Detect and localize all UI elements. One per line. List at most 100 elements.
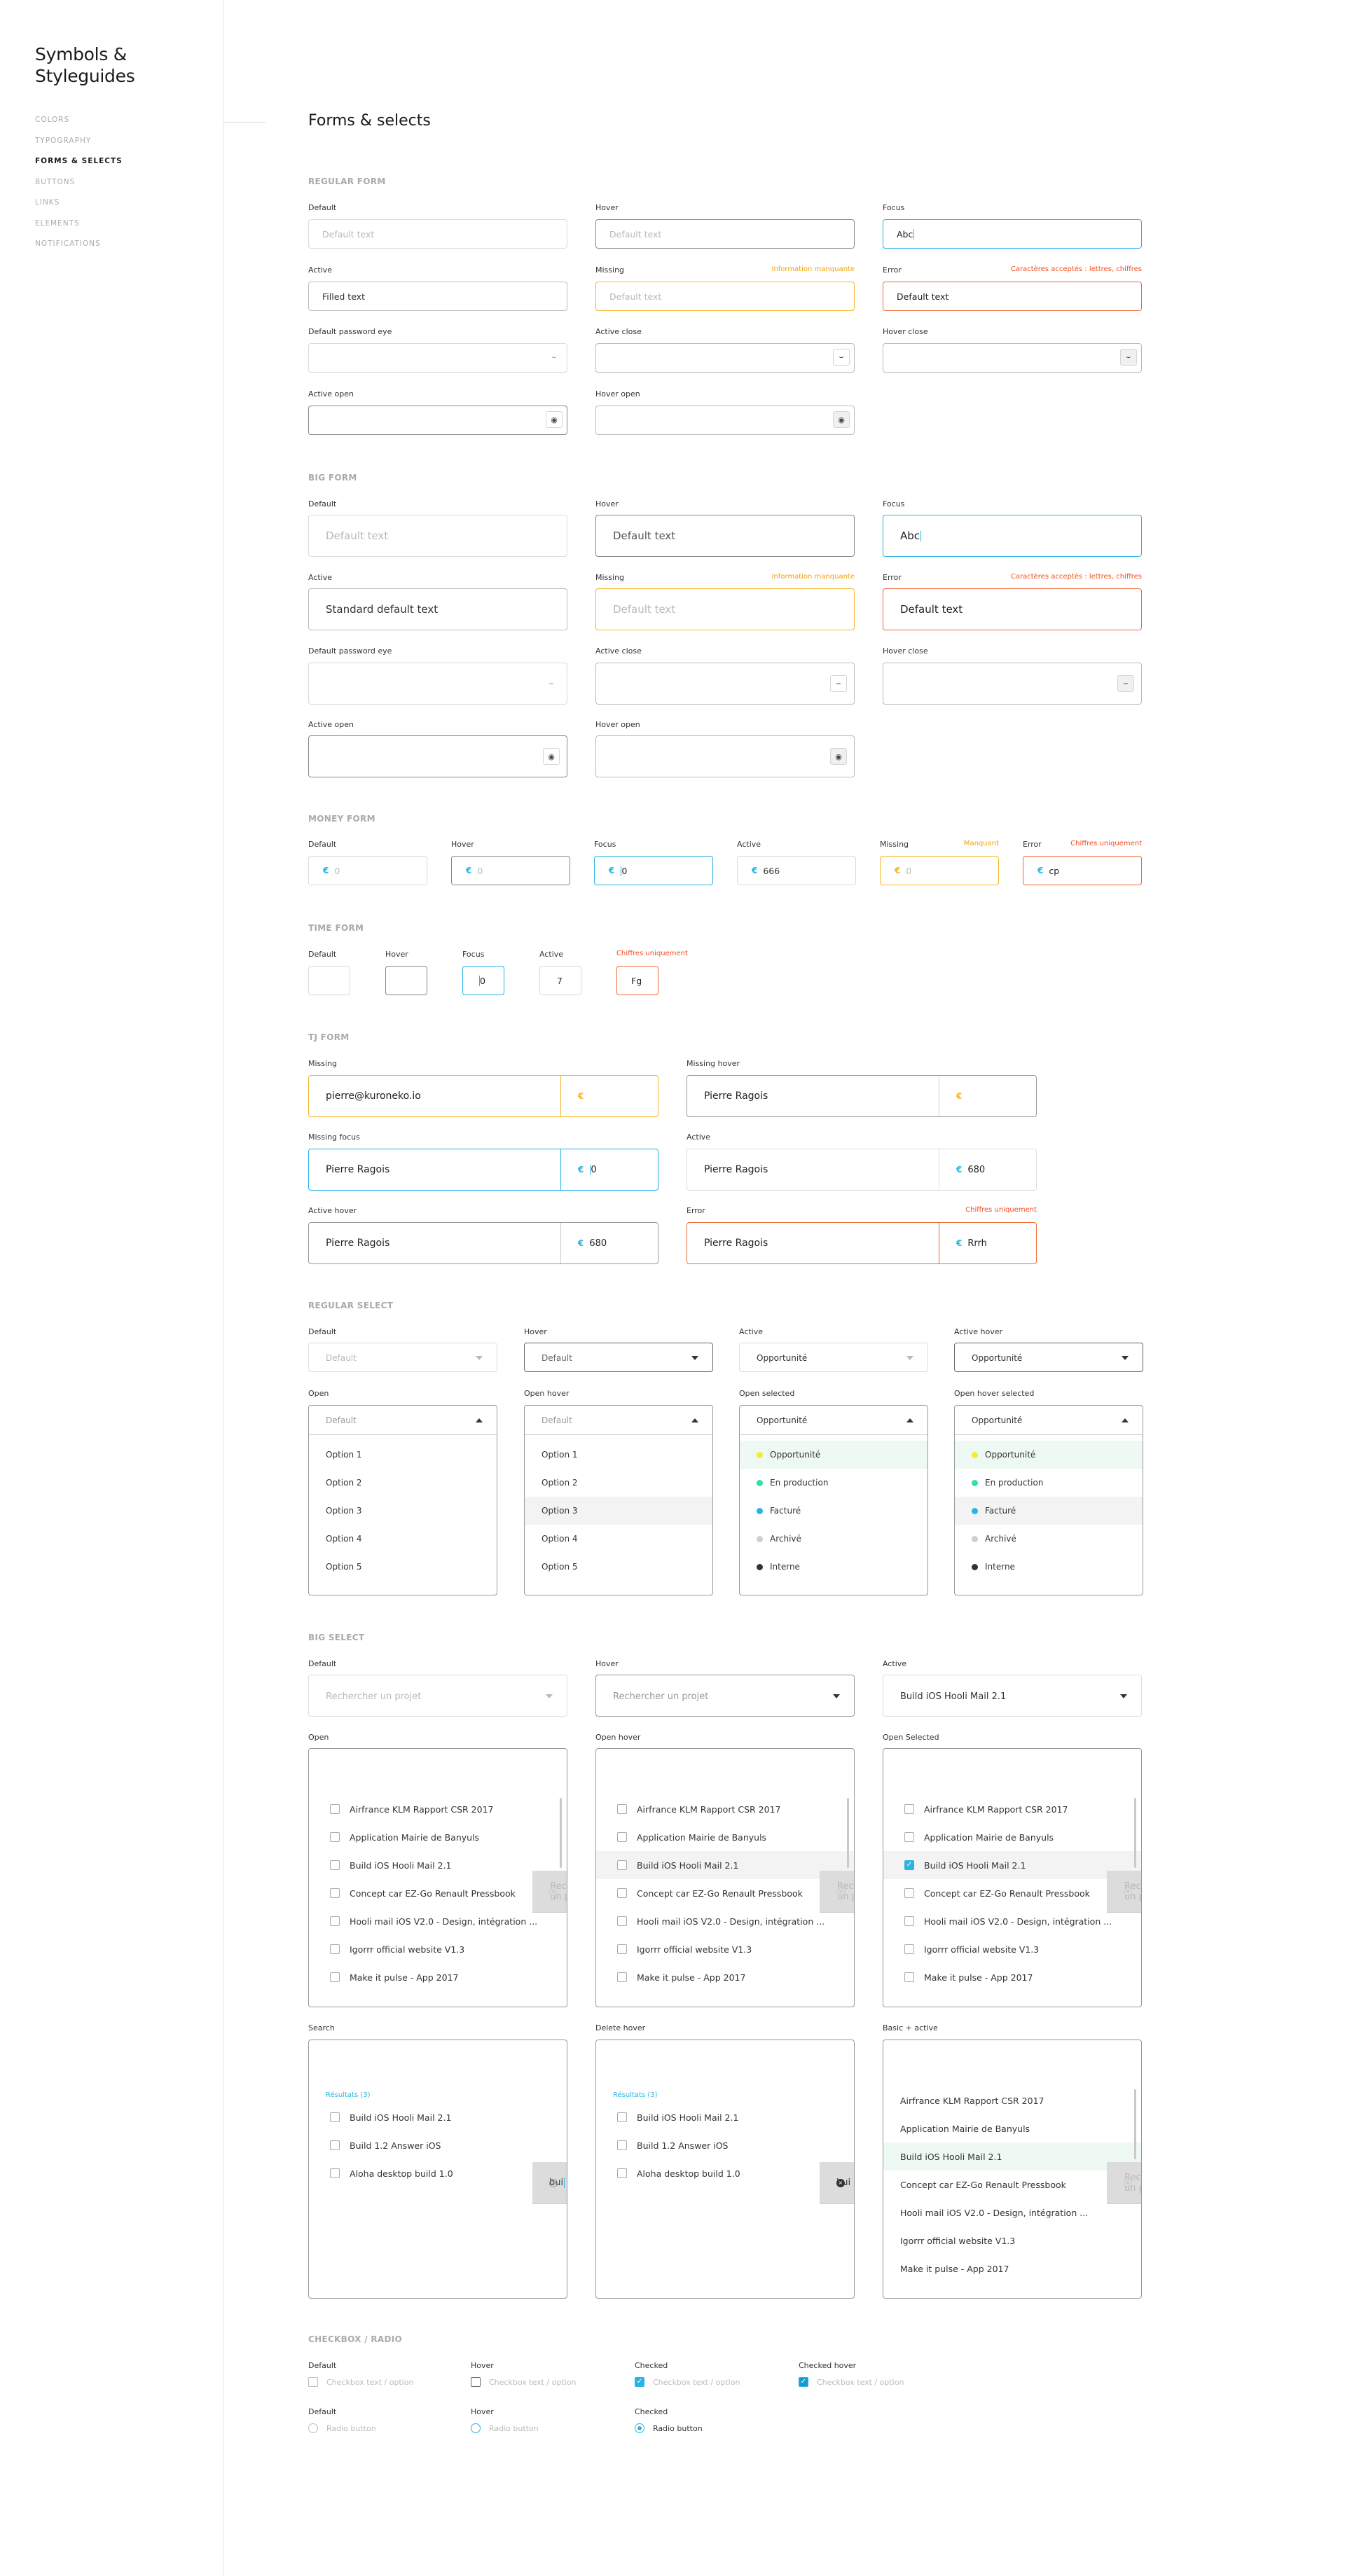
big-input-hover[interactable]: Default text (595, 515, 855, 557)
tj-input-error[interactable]: Pierre Ragois € Rrrh (687, 1222, 1037, 1264)
time-input-error[interactable]: Fg (616, 966, 658, 995)
scrollbar[interactable] (847, 1798, 849, 1868)
checkbox-checked-hover[interactable]: ✓ Checkbox text / option (799, 2377, 904, 2387)
big-password-hover-open[interactable]: ◉ (595, 735, 855, 777)
project-option[interactable]: Airfrance KLM Rapport CSR 2017 (883, 2086, 1141, 2114)
text-input-missing[interactable]: Default text (595, 282, 855, 311)
nav-item-colors[interactable]: COLORS (35, 115, 123, 136)
project-option[interactable]: Hooli mail iOS V2.0 - Design, intégratio… (596, 1907, 854, 1935)
result-option[interactable]: Aloha desktop build 1.0 (309, 2159, 567, 2187)
select-option[interactable]: Option 4 (309, 1525, 497, 1553)
clear-icon[interactable]: × (549, 2179, 558, 2187)
password-input-hover-open[interactable]: ◉ (595, 406, 855, 435)
radio-button-checked[interactable] (635, 2423, 644, 2433)
checkbox[interactable] (617, 1888, 627, 1898)
select-head[interactable]: Opportunité (955, 1406, 1143, 1435)
checkbox[interactable] (617, 1916, 627, 1926)
radio-checked[interactable]: Radio button (635, 2423, 703, 2433)
tj-name-field[interactable]: Pierre Ragois (309, 1149, 561, 1190)
eye-closed-icon[interactable]: ⌣ (543, 675, 560, 692)
eye-closed-icon[interactable]: ⌣ (546, 349, 563, 366)
checkbox-checked[interactable]: ✓ (904, 1860, 914, 1870)
project-option[interactable]: Application Mairie de Banyuls (883, 1823, 1141, 1851)
project-option[interactable]: Airfrance KLM Rapport CSR 2017 (309, 1795, 567, 1823)
eye-open-icon[interactable]: ◉ (833, 411, 850, 428)
select-default[interactable]: Default (308, 1343, 497, 1372)
clear-icon[interactable]: × (836, 2179, 845, 2187)
project-option[interactable]: Hooli mail iOS V2.0 - Design, intégratio… (883, 2198, 1141, 2227)
project-option-selected[interactable]: ✓ Build iOS Hooli Mail 2.1 (883, 1851, 1141, 1879)
tj-name-field[interactable]: Pierre Ragois (687, 1076, 939, 1116)
project-option[interactable]: Igorrr official website V1.3 (309, 1935, 567, 1963)
money-input-active[interactable]: €666 (737, 856, 856, 885)
radio-button[interactable] (308, 2423, 318, 2433)
text-input-active[interactable]: Filled text (308, 282, 567, 311)
checkbox[interactable] (330, 1860, 340, 1870)
password-input-default[interactable]: ⌣ (308, 343, 567, 373)
clear-icon[interactable]: × (1124, 2179, 1132, 2187)
big-select-search-state[interactable]: bui × Résultats (3) Build iOS Hooli Mail … (308, 2040, 567, 2299)
checkbox[interactable] (308, 2377, 318, 2387)
select-option[interactable]: Option 2 (309, 1469, 497, 1497)
project-option[interactable]: Application Mairie de Banyuls (883, 2114, 1141, 2142)
tj-input-missing-hover[interactable]: Pierre Ragois € (687, 1075, 1037, 1117)
radio-default[interactable]: Radio button (308, 2423, 376, 2433)
project-option[interactable]: Make it pulse - App 2017 (883, 1963, 1141, 1991)
result-option[interactable]: Build iOS Hooli Mail 2.1 (596, 2103, 854, 2131)
radio-button[interactable] (471, 2423, 481, 2433)
select-option-hovered[interactable]: Option 3 (525, 1497, 712, 1525)
password-input-active-open[interactable]: ◉ (308, 406, 567, 435)
result-option[interactable]: Build 1.2 Answer iOS (596, 2131, 854, 2159)
money-input-error[interactable]: € cp (1023, 856, 1142, 885)
select-option[interactable]: Archivé (740, 1525, 927, 1553)
select-head[interactable]: Default (309, 1406, 497, 1435)
tj-input-missing-focus[interactable]: Pierre Ragois €0 (308, 1149, 658, 1191)
big-select-search[interactable]: Rechercher un projet× (532, 1871, 567, 1913)
checkbox[interactable] (330, 1972, 340, 1982)
checkbox[interactable] (330, 1804, 340, 1814)
big-select-hover[interactable]: Rechercher un projet (595, 1675, 855, 1717)
result-option[interactable]: Aloha desktop build 1.0 (596, 2159, 854, 2187)
nav-item-notifications[interactable]: NOTIFICATIONS (35, 239, 123, 260)
project-option-hovered[interactable]: Build iOS Hooli Mail 2.1 (596, 1851, 854, 1879)
big-select-delete-hover[interactable]: bui× Résultats (3) Build iOS Hooli Mail … (595, 2040, 855, 2299)
clear-icon[interactable]: × (1124, 1888, 1132, 1896)
time-input-default[interactable] (308, 966, 350, 995)
project-option-selected[interactable]: Build iOS Hooli Mail 2.1 (883, 2142, 1141, 2170)
big-select-search[interactable]: Rechercher un projet× (820, 1871, 854, 1913)
select-option[interactable]: En production (740, 1469, 927, 1497)
checkbox-checked[interactable]: ✓ Checkbox text / option (635, 2377, 740, 2387)
project-option[interactable]: Make it pulse - App 2017 (309, 1963, 567, 1991)
money-input-hover[interactable]: €0 (451, 856, 570, 885)
clear-icon[interactable]: × (836, 1888, 845, 1896)
project-option[interactable]: Airfrance KLM Rapport CSR 2017 (596, 1795, 854, 1823)
big-password-default[interactable]: ⌣ (308, 663, 567, 705)
project-option[interactable]: Concept car EZ-Go Renault Pressbook (883, 1879, 1141, 1907)
select-option[interactable]: Option 1 (525, 1441, 712, 1469)
text-input-error[interactable]: Default text (883, 282, 1142, 311)
eye-open-icon[interactable]: ◉ (830, 748, 847, 765)
checkbox[interactable] (330, 1888, 340, 1898)
tj-input-missing[interactable]: pierre@kuroneko.io € (308, 1075, 658, 1117)
checkbox[interactable] (330, 1944, 340, 1954)
select-head[interactable]: Opportunité (740, 1406, 927, 1435)
project-option[interactable]: Make it pulse - App 2017 (883, 2255, 1141, 2283)
big-select-search[interactable]: bui× (820, 2162, 854, 2204)
big-select-search[interactable]: Rechercher un projet× (1107, 2162, 1141, 2204)
select-active[interactable]: Opportunité (739, 1343, 928, 1372)
big-password-active-open[interactable]: ◉ (308, 735, 567, 777)
nav-item-elements[interactable]: ELEMENTS (35, 219, 123, 240)
time-input-active[interactable]: 7 (539, 966, 581, 995)
big-input-error[interactable]: Default text (883, 588, 1142, 630)
project-option[interactable]: Concept car EZ-Go Renault Pressbook (883, 2170, 1141, 2198)
select-option[interactable]: Archivé (955, 1525, 1143, 1553)
select-option[interactable]: En production (955, 1469, 1143, 1497)
checkbox[interactable] (330, 2112, 340, 2122)
big-select-basic-active[interactable]: Rechercher un projet× Airfrance KLM Rapp… (883, 2040, 1142, 2299)
select-option[interactable]: Option 2 (525, 1469, 712, 1497)
big-input-missing[interactable]: Default text (595, 588, 855, 630)
tj-input-active[interactable]: Pierre Ragois €680 (687, 1149, 1037, 1191)
checkbox[interactable] (617, 2168, 627, 2178)
checkbox[interactable] (617, 1944, 627, 1954)
checkbox[interactable] (617, 2140, 627, 2150)
